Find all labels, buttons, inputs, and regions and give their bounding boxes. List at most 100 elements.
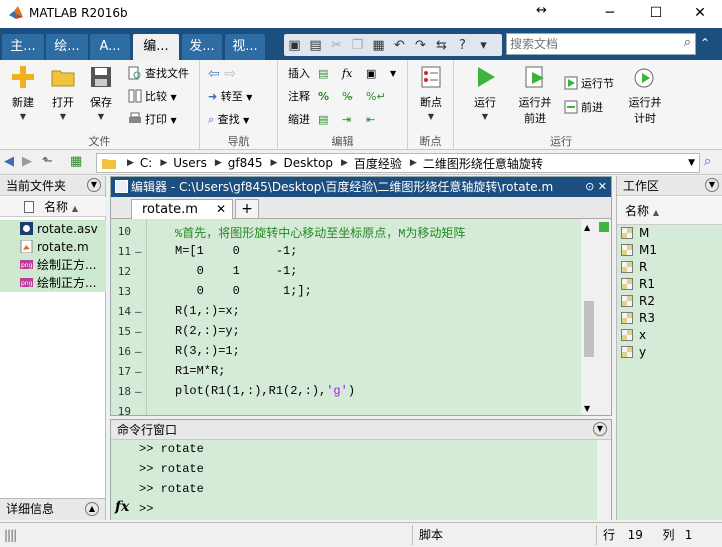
find-files-button[interactable]: 查找文件 bbox=[128, 64, 189, 84]
file-item[interactable]: rotate.m bbox=[0, 238, 106, 256]
code-area[interactable]: 10 %首先，将图形旋转中心移动至坐标原点，M为移动矩阵 11 – M=[1 0… bbox=[111, 219, 581, 415]
panel-actions-icon[interactable]: ▼ bbox=[87, 178, 101, 192]
breadcrumb-desktop[interactable]: Desktop bbox=[283, 156, 333, 170]
expand-details-icon[interactable]: ▲ bbox=[85, 502, 99, 516]
breakpoint-marker[interactable]: – bbox=[135, 365, 142, 378]
find-button[interactable]: ⌕ 查找 ▼ bbox=[208, 110, 249, 130]
tab-apps[interactable]: A... bbox=[90, 34, 130, 60]
close-button[interactable]: ✕ bbox=[678, 2, 722, 24]
run-and-advance-button[interactable]: 运行并 前进 bbox=[512, 64, 558, 126]
smart-indent-icon[interactable]: ▤ bbox=[318, 110, 328, 130]
variable-row[interactable]: R2 bbox=[617, 293, 722, 310]
scroll-down-icon[interactable]: ▼ bbox=[584, 404, 590, 413]
variable-row[interactable]: x bbox=[617, 327, 722, 344]
file-item[interactable]: rotate.asv bbox=[0, 220, 106, 238]
code-analyzer-ok-icon[interactable] bbox=[599, 222, 609, 232]
indent-button[interactable]: 缩进 bbox=[288, 110, 310, 130]
up-folder-icon[interactable]: ⬑ bbox=[42, 154, 53, 169]
variable-row[interactable]: y bbox=[617, 344, 722, 361]
insert-button[interactable]: 插入 bbox=[288, 64, 310, 84]
search-icon[interactable]: ⌕ bbox=[684, 35, 691, 50]
browse-folder-icon[interactable]: ▦ bbox=[70, 154, 82, 169]
breakpoint-marker[interactable]: – bbox=[135, 245, 142, 258]
variable-row[interactable]: R1 bbox=[617, 276, 722, 293]
wrap-comment-icon[interactable]: %↵ bbox=[366, 87, 386, 107]
print-button[interactable]: 打印 ▼ bbox=[128, 110, 177, 130]
breadcrumb-users[interactable]: Users bbox=[173, 156, 207, 170]
fx-icon[interactable]: fx bbox=[342, 64, 352, 84]
folder-path[interactable]: ▶ C: ▶ Users ▶ gf845 ▶ Desktop ▶ 百度经验 ▶ … bbox=[96, 153, 700, 173]
command-scrollbar[interactable] bbox=[597, 440, 611, 520]
breakpoint-marker[interactable]: – bbox=[135, 345, 142, 358]
dropdown-arrow-icon[interactable]: ▼ bbox=[390, 64, 396, 84]
forward-icon[interactable]: ▶ bbox=[22, 154, 32, 169]
details-panel[interactable]: 详细信息 ▲ bbox=[0, 498, 106, 520]
search-folder-icon[interactable]: ⌕ bbox=[704, 154, 711, 169]
path-dropdown-icon[interactable]: ▼ bbox=[688, 158, 695, 168]
expand-icon[interactable]: ▾ bbox=[473, 38, 494, 53]
dock-arrows-icon[interactable]: ↔ bbox=[536, 3, 547, 18]
close-tab-icon[interactable]: ✕ bbox=[216, 200, 226, 219]
undo-icon[interactable]: ↶ bbox=[389, 38, 410, 53]
help-icon[interactable]: ? bbox=[452, 38, 473, 53]
breadcrumb-drive[interactable]: C: bbox=[140, 156, 152, 170]
variable-row[interactable]: M bbox=[617, 225, 722, 242]
breadcrumb-user[interactable]: gf845 bbox=[228, 156, 263, 170]
comment-percent-icon[interactable]: % bbox=[318, 87, 329, 107]
command-prompt[interactable]: >> bbox=[139, 502, 153, 516]
editor-close-icon[interactable]: ✕ bbox=[598, 180, 607, 193]
search-box[interactable]: ⌕ bbox=[506, 33, 696, 55]
new-tab-button[interactable]: + bbox=[235, 199, 259, 219]
editor-tab-rotate[interactable]: rotate.m ✕ bbox=[131, 199, 233, 219]
file-item[interactable]: png 绘制正方... bbox=[0, 274, 106, 292]
variable-row[interactable]: M1 bbox=[617, 242, 722, 259]
scrollbar-thumb[interactable] bbox=[584, 301, 594, 357]
redo-icon[interactable]: ↷ bbox=[410, 38, 431, 53]
layout-icon[interactable]: ▣ bbox=[284, 38, 305, 53]
maximize-button[interactable]: ☐ bbox=[634, 2, 678, 24]
variable-row[interactable]: R bbox=[617, 259, 722, 276]
breakpoints-button[interactable]: 断点 ▼ bbox=[410, 64, 452, 121]
back-icon[interactable]: ◀ bbox=[4, 154, 14, 169]
collapse-ribbon-icon[interactable]: ⌃ bbox=[700, 36, 710, 50]
open-button[interactable]: 打开 ▼ bbox=[42, 64, 84, 121]
fx-function-browser-icon[interactable]: fx bbox=[115, 499, 129, 515]
command-output[interactable]: >> rotate >> rotate >> rotate >> fx bbox=[111, 440, 611, 520]
new-button[interactable]: 新建 ▼ bbox=[2, 64, 44, 121]
run-section-button[interactable]: 运行节 bbox=[564, 74, 614, 94]
copy-icon[interactable]: ❐ bbox=[347, 38, 368, 53]
tab-view[interactable]: 视... bbox=[225, 34, 265, 60]
name-column-header[interactable]: 名称 ▲ bbox=[0, 197, 106, 217]
breakpoint-marker[interactable]: – bbox=[135, 305, 142, 318]
cut-icon[interactable]: ✂ bbox=[326, 38, 347, 53]
run-and-time-button[interactable]: 运行并 计时 bbox=[622, 64, 668, 126]
tab-plots[interactable]: 绘... bbox=[46, 34, 88, 60]
back-forward-icon[interactable]: ⇦ ⇨ bbox=[208, 64, 236, 84]
insert-section-icon[interactable]: ▤ bbox=[318, 64, 328, 84]
scroll-up-icon[interactable]: ▲ bbox=[584, 223, 590, 232]
editor-scrollbar[interactable]: ▲ ▼ bbox=[581, 219, 597, 415]
tab-home[interactable]: 主... bbox=[2, 34, 44, 60]
breakpoint-marker[interactable]: – bbox=[135, 385, 142, 398]
function-icon[interactable]: ▣ bbox=[366, 64, 376, 84]
switch-windows-icon[interactable]: ⇆ bbox=[431, 38, 452, 53]
search-input[interactable] bbox=[507, 34, 667, 54]
paste-icon[interactable]: ▦ bbox=[368, 38, 389, 53]
minimize-button[interactable]: ─ bbox=[588, 2, 632, 24]
increase-indent-icon[interactable]: ⇥ bbox=[342, 110, 351, 130]
workspace-name-column[interactable]: 名称 ▲ bbox=[617, 197, 722, 225]
compare-button[interactable]: 比较 ▼ bbox=[128, 87, 177, 107]
goto-button[interactable]: ➜ 转至 ▼ bbox=[208, 87, 252, 107]
save-button[interactable]: 保存 ▼ bbox=[80, 64, 122, 121]
uncomment-icon[interactable]: %̶ bbox=[342, 87, 352, 107]
breakpoint-marker[interactable]: – bbox=[135, 325, 142, 338]
comment-button[interactable]: 注释 bbox=[288, 87, 310, 107]
file-item[interactable]: png 绘制正方... bbox=[0, 256, 106, 274]
tab-editor[interactable]: 编... bbox=[133, 34, 179, 60]
breadcrumb-subfolder[interactable]: 二维图形绕任意轴旋转 bbox=[423, 155, 543, 172]
variable-row[interactable]: R3 bbox=[617, 310, 722, 327]
save-icon[interactable]: ▤ bbox=[305, 38, 326, 53]
tab-publish[interactable]: 发... bbox=[182, 34, 222, 60]
advance-button[interactable]: 前进 bbox=[564, 98, 603, 118]
run-button[interactable]: 运行 ▼ bbox=[462, 64, 508, 121]
